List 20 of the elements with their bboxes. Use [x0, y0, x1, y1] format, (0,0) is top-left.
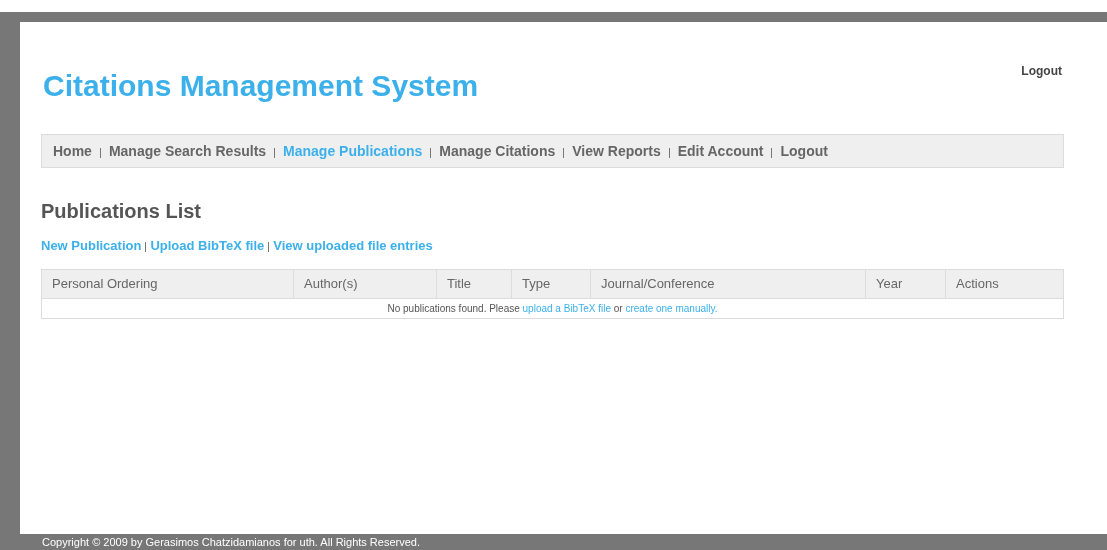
- column-header: Type: [522, 274, 551, 293]
- site-title: Citations Management System: [43, 68, 479, 104]
- page-heading: Publications List: [41, 199, 203, 224]
- column-header: Actions: [956, 274, 999, 293]
- column-header: Year: [876, 274, 903, 293]
- message-link[interactable]: upload a BibTeX file: [522, 302, 611, 314]
- empty-message: No publications found. Please upload a BibTeX file or create one manually.: [387, 301, 718, 316]
- message-link[interactable]: create one manually.: [625, 302, 718, 314]
- nav-link[interactable]: Logout: [780, 140, 828, 162]
- nav-link[interactable]: Edit Account: [677, 140, 764, 162]
- logout-link[interactable]: Logout: [1021, 62, 1062, 80]
- column-header: Title: [447, 274, 472, 293]
- nav-link[interactable]: View Reports: [572, 140, 661, 162]
- nav-link[interactable]: Home: [53, 140, 92, 162]
- nav-link[interactable]: Manage Citations: [439, 140, 556, 162]
- column-header: Personal Ordering: [52, 274, 158, 293]
- column-header: Journal/Conference: [601, 274, 715, 293]
- copyright-text: Copyright © 2009 by Gerasimos Chatzidamianos for uth. All Rights Reserved.: [42, 534, 420, 550]
- column-header: Author(s): [304, 274, 358, 293]
- nav-link[interactable]: Manage Search Results: [108, 140, 267, 162]
